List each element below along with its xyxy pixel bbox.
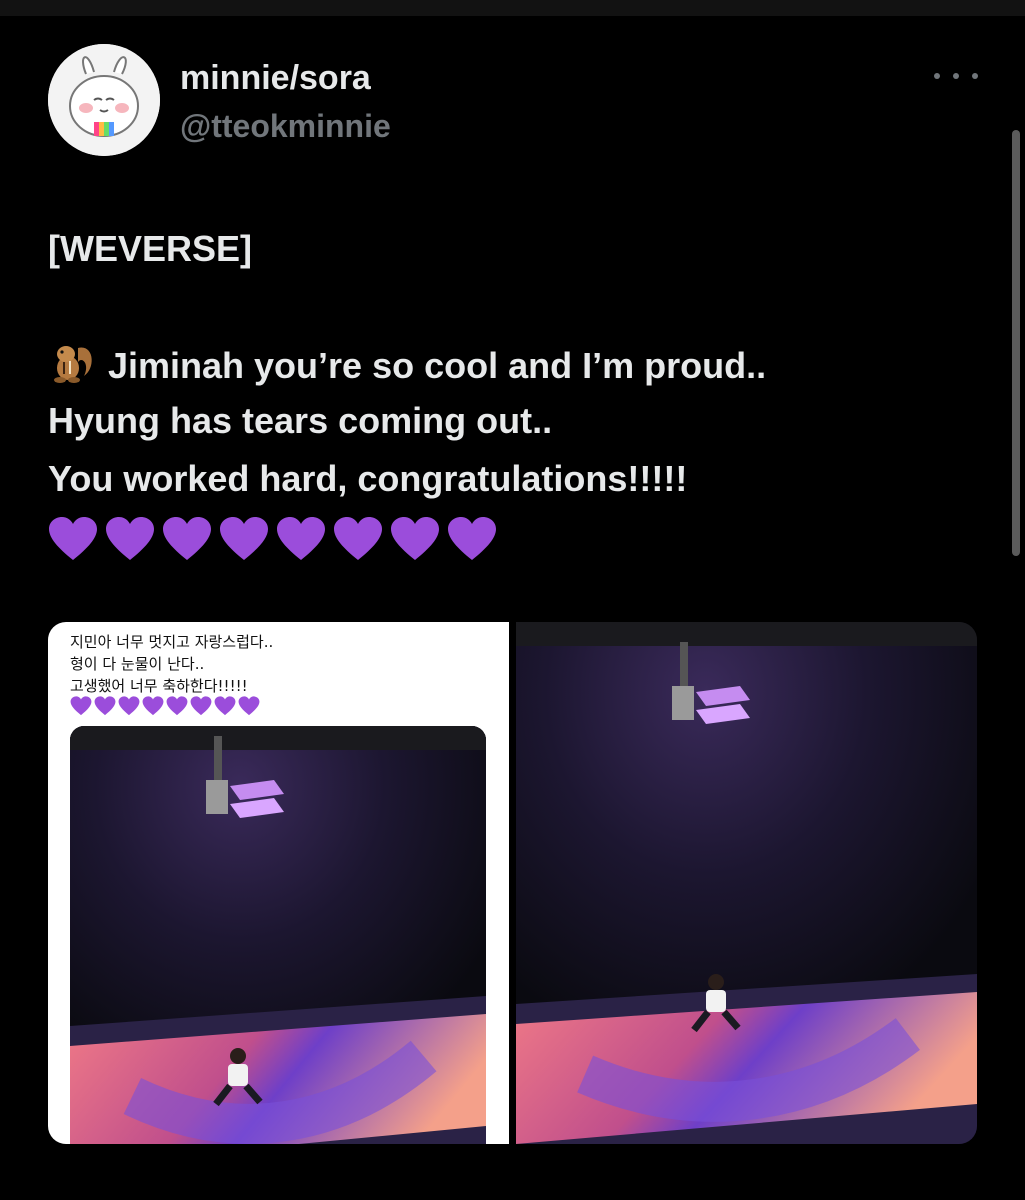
- tweet-image-1[interactable]: 지민아 너무 멋지고 자랑스럽다.. 형이 다 눈물이 난다.. 고생했어 너무…: [48, 622, 509, 1144]
- purple-heart-icon: [48, 516, 98, 567]
- purple-heart-icon: [162, 516, 212, 567]
- purple-heart-icon: [333, 516, 383, 567]
- purple-heart-icon: [94, 696, 116, 721]
- screenshot-text-line: 고생했어 너무 축하한다!!!!!: [70, 677, 248, 695]
- purple-heart-icon: [390, 516, 440, 567]
- purple-heart-icon: [118, 696, 140, 721]
- purple-heart-icon: [142, 696, 164, 721]
- tweet-text-line: [WEVERSE]: [48, 228, 253, 269]
- purple-heart-icon: [219, 516, 269, 567]
- avatar[interactable]: [48, 44, 160, 156]
- purple-heart-icon: [190, 696, 212, 721]
- purple-heart-icon: [276, 516, 326, 567]
- screenshot-text-line: 형이 다 눈물이 난다..: [70, 655, 205, 673]
- tweet-text-line: You worked hard, congratulations!!!!!: [48, 458, 688, 499]
- tweet-text-line: Jiminah you’re so cool and I’m proud..: [108, 345, 767, 386]
- screenshot-text-line: 지민아 너무 멋지고 자랑스럽다..: [70, 633, 274, 651]
- user-handle[interactable]: @tteokminnie: [180, 106, 391, 146]
- stage-photo: [70, 726, 486, 1144]
- more-options-icon[interactable]: [934, 62, 978, 90]
- purple-hearts-row: [48, 516, 497, 567]
- purple-heart-icon: [214, 696, 236, 721]
- purple-heart-icon: [166, 696, 188, 721]
- purple-heart-icon: [105, 516, 155, 567]
- screenshot-hearts-row: [70, 696, 260, 721]
- bunny-avatar-icon: [48, 44, 160, 156]
- display-name[interactable]: minnie/sora: [180, 58, 371, 98]
- tweet-image-2[interactable]: [516, 622, 977, 1144]
- status-bar: [0, 0, 1025, 16]
- chipmunk-icon: [48, 342, 96, 395]
- purple-heart-icon: [447, 516, 497, 567]
- purple-heart-icon: [238, 696, 260, 721]
- tweet-text-line: Hyung has tears coming out..: [48, 400, 553, 441]
- tweet-text-line-with-emoji: Jiminah you’re so cool and I’m proud..: [48, 342, 766, 395]
- purple-heart-icon: [70, 696, 92, 721]
- scrollbar[interactable]: [1012, 130, 1020, 556]
